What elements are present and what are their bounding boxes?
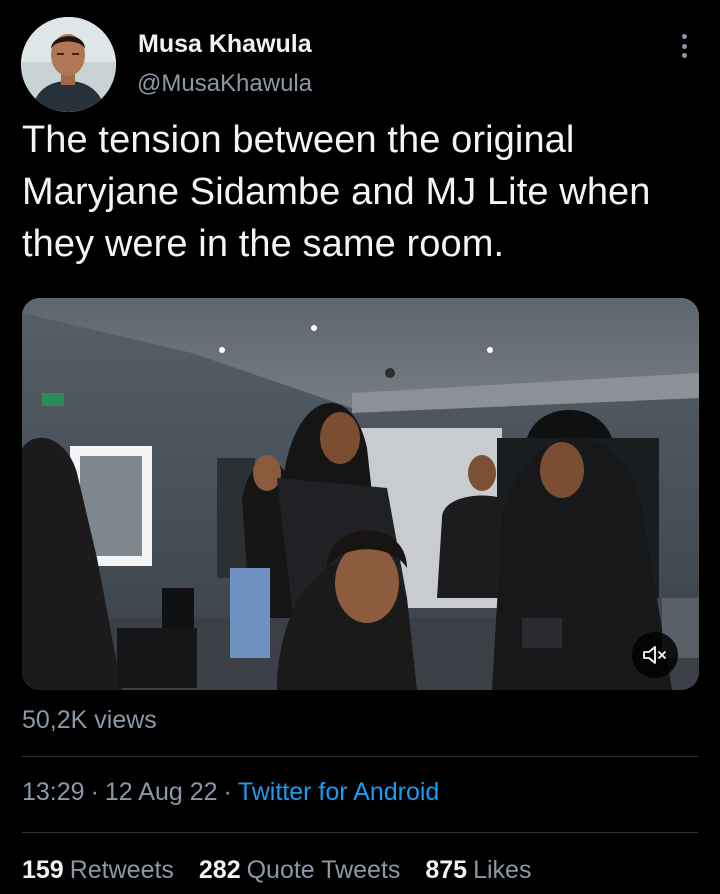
tweet-meta: 13:29 · 12 Aug 22 · Twitter for Android <box>22 778 439 807</box>
more-dot <box>681 34 687 39</box>
retweets-stat[interactable]: 159 Retweets <box>22 856 174 885</box>
quote-tweets-label: Quote Tweets <box>246 856 401 884</box>
more-dot <box>681 53 687 58</box>
tweet-detail: Musa Khawula @MusaKhawula The tension be… <box>0 0 720 894</box>
meta-separator: · <box>223 778 232 806</box>
speaker-muted-icon <box>643 646 666 664</box>
author-avatar[interactable] <box>21 17 116 112</box>
divider <box>22 756 698 757</box>
likes-label: Likes <box>473 856 532 884</box>
avatar-image <box>21 17 116 112</box>
video-frame <box>22 298 699 690</box>
meta-separator: · <box>90 778 99 806</box>
author-handle[interactable]: @MusaKhawula <box>137 70 312 98</box>
tweet-stats: 159 Retweets 282 Quote Tweets 875 Likes <box>22 856 549 885</box>
retweets-label: Retweets <box>69 856 174 884</box>
divider <box>22 832 698 833</box>
likes-stat[interactable]: 875 Likes <box>425 856 531 885</box>
view-count: 50,2K views <box>22 706 157 734</box>
more-dot <box>681 43 687 49</box>
quote-tweets-stat[interactable]: 282 Quote Tweets <box>199 856 401 885</box>
tweet-date[interactable]: 12 Aug 22 <box>105 778 218 806</box>
likes-count: 875 <box>425 856 468 884</box>
quote-tweets-count: 282 <box>198 856 241 884</box>
tweet-source-link[interactable]: Twitter for Android <box>238 778 439 806</box>
retweets-count: 159 <box>22 856 64 884</box>
tweet-video[interactable] <box>22 298 699 690</box>
tweet-time[interactable]: 13:29 <box>22 778 85 806</box>
mute-toggle-button[interactable] <box>632 632 678 678</box>
more-options-icon[interactable] <box>674 32 694 60</box>
tweet-text: The tension between the original Maryjan… <box>22 119 651 265</box>
author-display-name[interactable]: Musa Khawula <box>138 30 312 59</box>
